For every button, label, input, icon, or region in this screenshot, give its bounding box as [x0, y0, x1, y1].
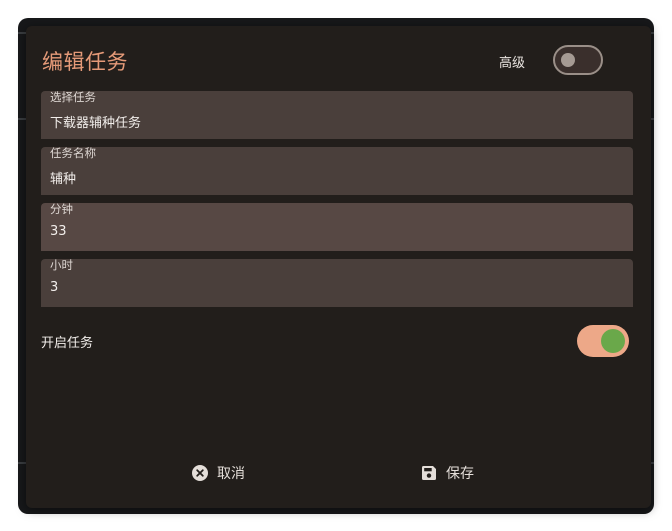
save-button[interactable]: 保存 — [407, 456, 488, 490]
advanced-label: 高级 — [499, 56, 526, 71]
cancel-button-label: 取消 — [217, 466, 245, 482]
field-value: 下载器辅种任务 — [50, 116, 142, 131]
toggle-knob — [561, 53, 575, 67]
field-label: 选择任务 — [50, 90, 96, 104]
cancel-circle-icon — [192, 465, 208, 481]
field-value: 33 — [50, 224, 67, 239]
field-value: 3 — [50, 280, 59, 295]
hour-field[interactable]: 小时 3 — [41, 258, 633, 307]
cancel-button[interactable]: 取消 — [178, 456, 259, 490]
minute-field[interactable]: 分钟 33 — [41, 202, 633, 251]
select-task-field[interactable]: 选择任务 下载器辅种任务 — [41, 90, 633, 139]
field-label: 分钟 — [50, 202, 73, 216]
dialog-title: 编辑任务 — [42, 50, 128, 74]
edit-task-dialog: 编辑任务 高级 选择任务 下载器辅种任务 任务名称 辅种 分钟 33 小时 3 … — [26, 26, 651, 508]
task-name-field[interactable]: 任务名称 辅种 — [41, 146, 633, 195]
save-button-label: 保存 — [446, 466, 474, 482]
field-label: 任务名称 — [50, 146, 96, 160]
enable-task-label: 开启任务 — [41, 336, 94, 351]
enable-task-toggle[interactable] — [577, 325, 629, 357]
toggle-knob — [601, 329, 625, 353]
field-value: 辅种 — [50, 172, 77, 187]
floppy-disk-icon — [421, 465, 437, 481]
advanced-toggle[interactable] — [553, 45, 603, 75]
field-label: 小时 — [50, 258, 73, 272]
